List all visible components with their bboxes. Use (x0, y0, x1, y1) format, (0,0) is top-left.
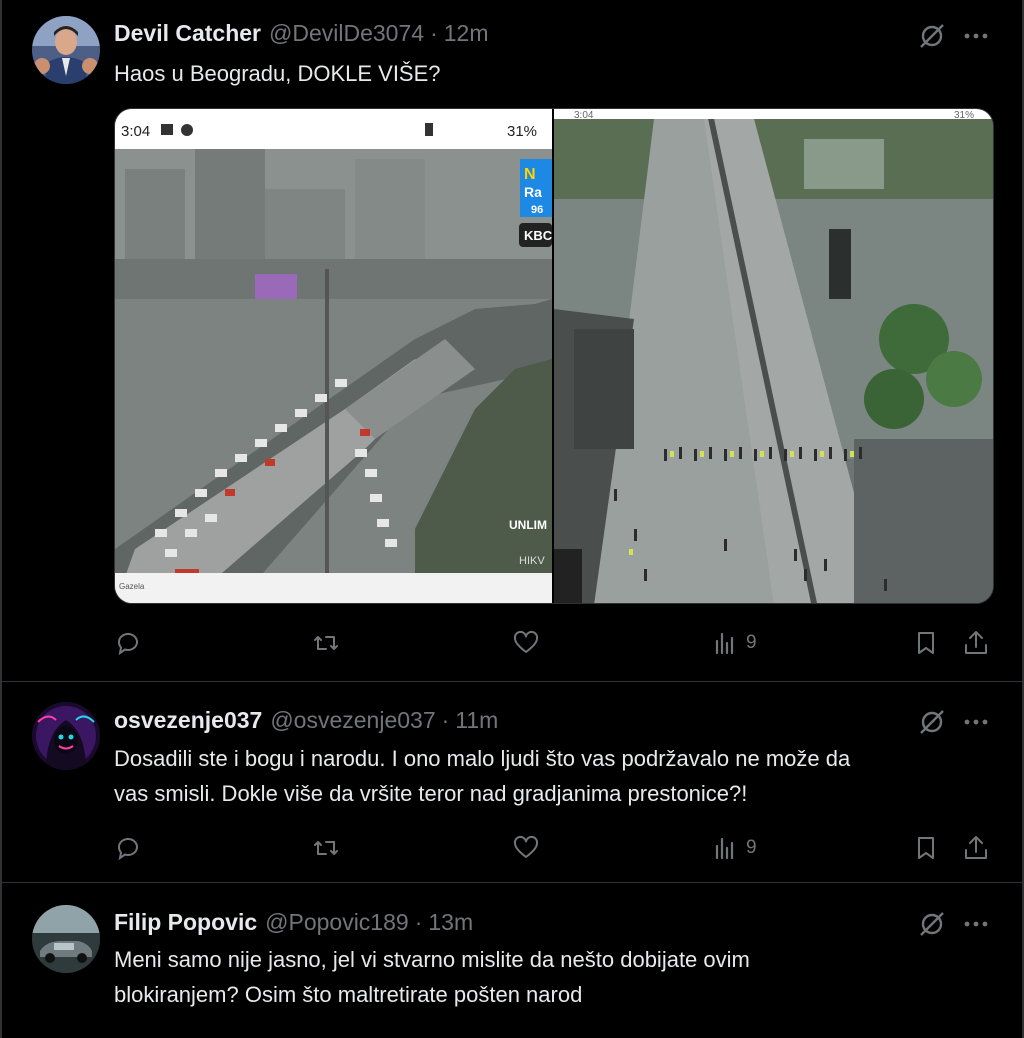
tweet-header: osvezenje037 @osvezenje037 · 11m (114, 707, 498, 734)
display-name[interactable]: Filip Popovic (114, 909, 257, 936)
display-name[interactable]: osvezenje037 (114, 707, 262, 734)
grok-icon[interactable] (918, 708, 946, 736)
separator: · (441, 707, 450, 733)
views-icon (715, 632, 734, 655)
radio-logo-bottom: 96 (531, 204, 543, 216)
traffic-photo[interactable]: 3:04 31% N Ra 96 KBC UNLIM HIKV Gazela (115, 109, 553, 603)
separator: · (414, 909, 423, 935)
views-button[interactable]: 9 (712, 831, 757, 865)
photo-caption: Gazela (119, 582, 145, 591)
reply-icon[interactable] (114, 831, 142, 865)
tweet-actions: 9 (114, 831, 994, 865)
avatar[interactable] (32, 905, 100, 973)
share-icon[interactable] (962, 831, 990, 865)
like-icon[interactable] (512, 831, 540, 865)
user-handle[interactable]: @DevilDe3074 (269, 20, 424, 47)
avatar[interactable] (32, 702, 100, 770)
retweet-icon[interactable] (312, 626, 340, 660)
user-handle[interactable]: @Popovic189 (265, 909, 409, 936)
bookmark-icon[interactable] (912, 831, 940, 865)
camera-watermark-2: HIKV (519, 555, 545, 567)
views-count: 9 (746, 632, 757, 653)
tweet-header: Filip Popovic @Popovic189 · 13m (114, 909, 473, 936)
more-icon[interactable] (962, 22, 990, 50)
tweet-text-line: vas smisli. Dokle više da vršite teror n… (114, 781, 748, 806)
retweet-icon[interactable] (312, 831, 340, 865)
user-handle[interactable]: @osvezenje037 (270, 707, 435, 734)
tweet-text-line: Meni samo nije jasno, jel vi stvarno mis… (114, 947, 750, 972)
bridge-photo[interactable]: 3:04 31% (554, 109, 993, 603)
like-icon[interactable] (512, 626, 540, 660)
kbc-badge: KBC (524, 228, 552, 243)
views-button[interactable]: 9 (712, 626, 757, 660)
tweet-text: Dosadili ste i bogu i narodu. I ono malo… (114, 741, 994, 811)
tweet-text: Meni samo nije jasno, jel vi stvarno mis… (114, 942, 994, 1012)
radio-logo-top: N (524, 166, 536, 183)
tweet-actions: 9 (114, 626, 994, 660)
separator: · (430, 20, 438, 46)
grok-icon[interactable] (918, 22, 946, 50)
more-icon[interactable] (962, 910, 990, 938)
timestamp[interactable]: 13m (428, 909, 473, 936)
share-icon[interactable] (962, 626, 990, 660)
timestamp[interactable]: 11m (455, 707, 498, 734)
tweet-text-line: blokiranjem? Osim što maltretirate pošte… (114, 982, 583, 1007)
battery-level: 31% (507, 123, 537, 140)
tweet-text: Haos u Beogradu, DOKLE VIŠE? (114, 61, 441, 86)
tweet[interactable]: Filip Popovic @Popovic189 · 13m Meni sam… (0, 884, 1024, 1038)
bookmark-icon[interactable] (912, 626, 940, 660)
display-name[interactable]: Devil Catcher (114, 20, 261, 47)
avatar[interactable] (32, 16, 100, 84)
views-icon (715, 837, 734, 860)
radio-logo-mid: Ra (524, 184, 542, 200)
more-icon[interactable] (962, 708, 990, 736)
tweet-text-line: Dosadili ste i bogu i narodu. I ono malo… (114, 746, 851, 771)
tweet[interactable]: osvezenje037 @osvezenje037 · 11m Dosadil… (0, 683, 1024, 883)
camera-watermark: UNLIM (509, 518, 547, 532)
tweet[interactable]: Devil Catcher @DevilDe3074 · 12m Haos u … (0, 0, 1024, 682)
tweet-media[interactable]: 3:04 31% N Ra 96 KBC UNLIM HIKV Gazela 3… (114, 108, 994, 604)
views-count: 9 (746, 837, 757, 858)
tweet-header: Devil Catcher @DevilDe3074 · 12m (114, 20, 488, 47)
timestamp[interactable]: 12m (444, 20, 489, 47)
grok-icon[interactable] (918, 910, 946, 938)
reply-icon[interactable] (114, 626, 142, 660)
status-time: 3:04 (121, 123, 150, 140)
